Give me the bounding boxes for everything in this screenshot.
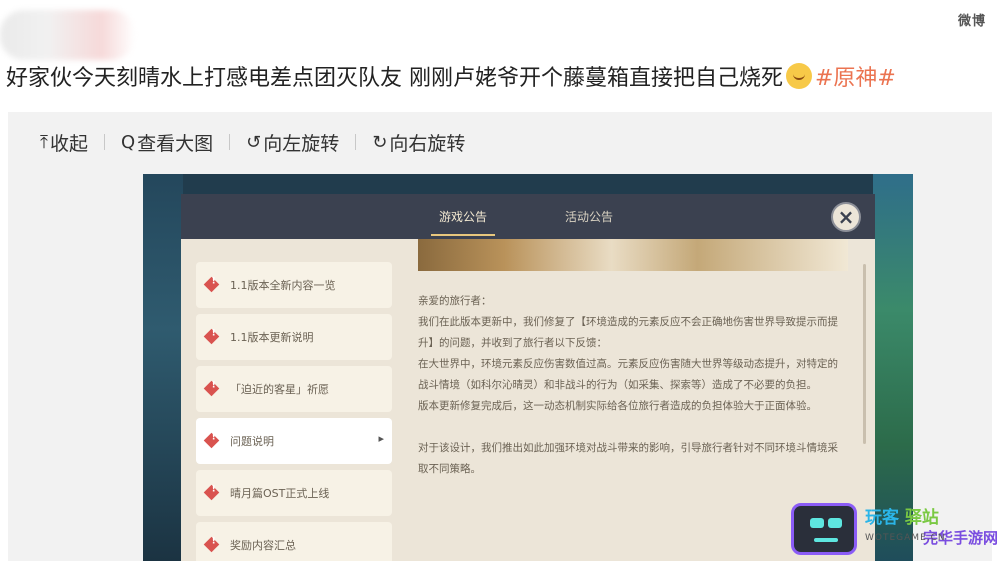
collapse-label: 收起 [49,132,88,155]
list-item-label: 奖励内容汇总 [230,539,296,552]
announcement-content: 亲爱的旅行者： 我们在此版本更新中，我们修复了【环境造成的元素反应不会正确地伤害… [418,239,848,561]
alert-diamond-icon [203,536,220,553]
magnifier-icon: Q [120,131,136,153]
alert-diamond-icon [203,380,220,397]
watermark-title-b: 驿站 [904,508,939,528]
rotate-right-label: 向右旋转 [389,132,466,155]
rotate-right-button[interactable]: ↻ 向右旋转 [372,129,465,156]
robot-eye-icon [828,518,842,528]
upload-arrow-icon: ⤒ [40,131,48,153]
list-item-label: 1.1版本全新内容一览 [230,279,336,292]
body-paragraph: 我们在此版本更新中，我们修复了【环境造成的元素反应不会正确地伤害世界导致提示而提… [418,316,838,349]
watermark-title-a: 玩客 [865,508,899,528]
announcement-banner-image [418,239,848,271]
tab-game-announcements[interactable]: 游戏公告 [430,208,496,236]
game-background-top [143,174,913,196]
announcement-body: 亲爱的旅行者： 我们在此版本更新中，我们修复了【环境造成的元素反应不会正确地伤害… [418,291,848,480]
post-text: 好家伙今天刻晴水上打感电差点团灭队友 刚刚卢姥爷开个藤蔓箱直接把自己烧死 #原神# [6,60,896,92]
post-body: 好家伙今天刻晴水上打感电差点团灭队友 刚刚卢姥爷开个藤蔓箱直接把自己烧死 [6,66,783,91]
body-paragraph: 版本更新修复完成后，这一动态机制实际给各位旅行者造成的负担体验大于正面体验。 [418,400,817,412]
body-paragraph: 在大世界中，环境元素反应伤害数值过高。元素反应伤害随大世界等级动态提升，对特定的… [418,358,838,391]
list-item[interactable]: 奖励内容汇总 [196,522,392,561]
body-paragraph: 亲爱的旅行者： [418,295,492,307]
list-item[interactable]: 1.1版本全新内容一览 [196,262,392,308]
rotate-left-button[interactable]: ↺ 向左旋转 [246,129,339,156]
alert-diamond-icon [203,432,220,449]
blurred-avatar [0,10,135,60]
announcement-panel: 游戏公告 活动公告 × 1.1版本全新内容一览 1.1版本更新说明 [181,194,875,561]
toolbar-divider [355,134,357,150]
list-item-label: 1.1版本更新说明 [230,331,314,344]
watermark-domain: WOTEGAME.CN [865,533,946,543]
list-item-label: 问题说明 [230,435,274,448]
collapse-button[interactable]: ⤒ 收起 [40,129,88,156]
hashtag-link[interactable]: #原神# [815,66,896,91]
view-large-label: 查看大图 [137,132,214,155]
list-item-selected[interactable]: 问题说明 ▸ [196,418,392,464]
alert-diamond-icon [203,276,220,293]
page: 微博 好家伙今天刻晴水上打感电差点团灭队友 刚刚卢姥爷开个藤蔓箱直接把自己烧死 #… [0,0,1000,561]
image-viewer: ⤒ 收起 Q 查看大图 ↺ 向左旋转 ↻ 向右旋转 游戏公告 活动公告 × ! … [8,112,992,561]
robot-logo-icon [791,503,857,555]
game-background-left [143,174,183,561]
robot-eye-icon [810,518,824,528]
announcement-header: 游戏公告 活动公告 × [181,194,875,239]
content-scrollbar[interactable] [863,264,866,444]
watermark-title: 玩客 驿站 [865,503,939,528]
view-large-button[interactable]: Q 查看大图 [121,129,213,156]
weibo-logo: 微博 [957,14,986,29]
alert-diamond-icon [203,484,220,501]
alert-diamond-icon [203,328,220,345]
chevron-right-icon: ▸ [378,432,384,445]
list-item-label: 晴月篇OST正式上线 [230,487,330,500]
robot-mouth-icon [814,538,838,542]
tab-event-announcements[interactable]: 活动公告 [565,208,613,225]
close-icon[interactable]: × [831,202,861,232]
list-item-label: 「迫近的客星」祈愿 [230,383,329,396]
rotate-left-label: 向左旋转 [263,132,340,155]
list-item[interactable]: 晴月篇OST正式上线 [196,470,392,516]
rotate-right-icon: ↻ [372,131,388,153]
toolbar-divider [229,134,231,150]
list-item[interactable]: 「迫近的客星」祈愿 [196,366,392,412]
laughing-emoji-icon [786,63,812,89]
site-watermark: 玩客 驿站 完华手游网 WOTEGAME.CN [791,499,998,559]
image-toolbar: ⤒ 收起 Q 查看大图 ↺ 向左旋转 ↻ 向右旋转 [8,112,992,172]
toolbar-divider [103,134,105,150]
announcement-list: 1.1版本全新内容一览 1.1版本更新说明 「迫近的客星」祈愿 问题说明 ▸ [196,262,392,561]
rotate-left-icon: ↺ [246,131,262,153]
list-item[interactable]: 1.1版本更新说明 [196,314,392,360]
body-paragraph: 对于该设计，我们推出如此加强环境对战斗带来的影响，引导旅行者针对不同环境斗情境采… [418,442,838,475]
